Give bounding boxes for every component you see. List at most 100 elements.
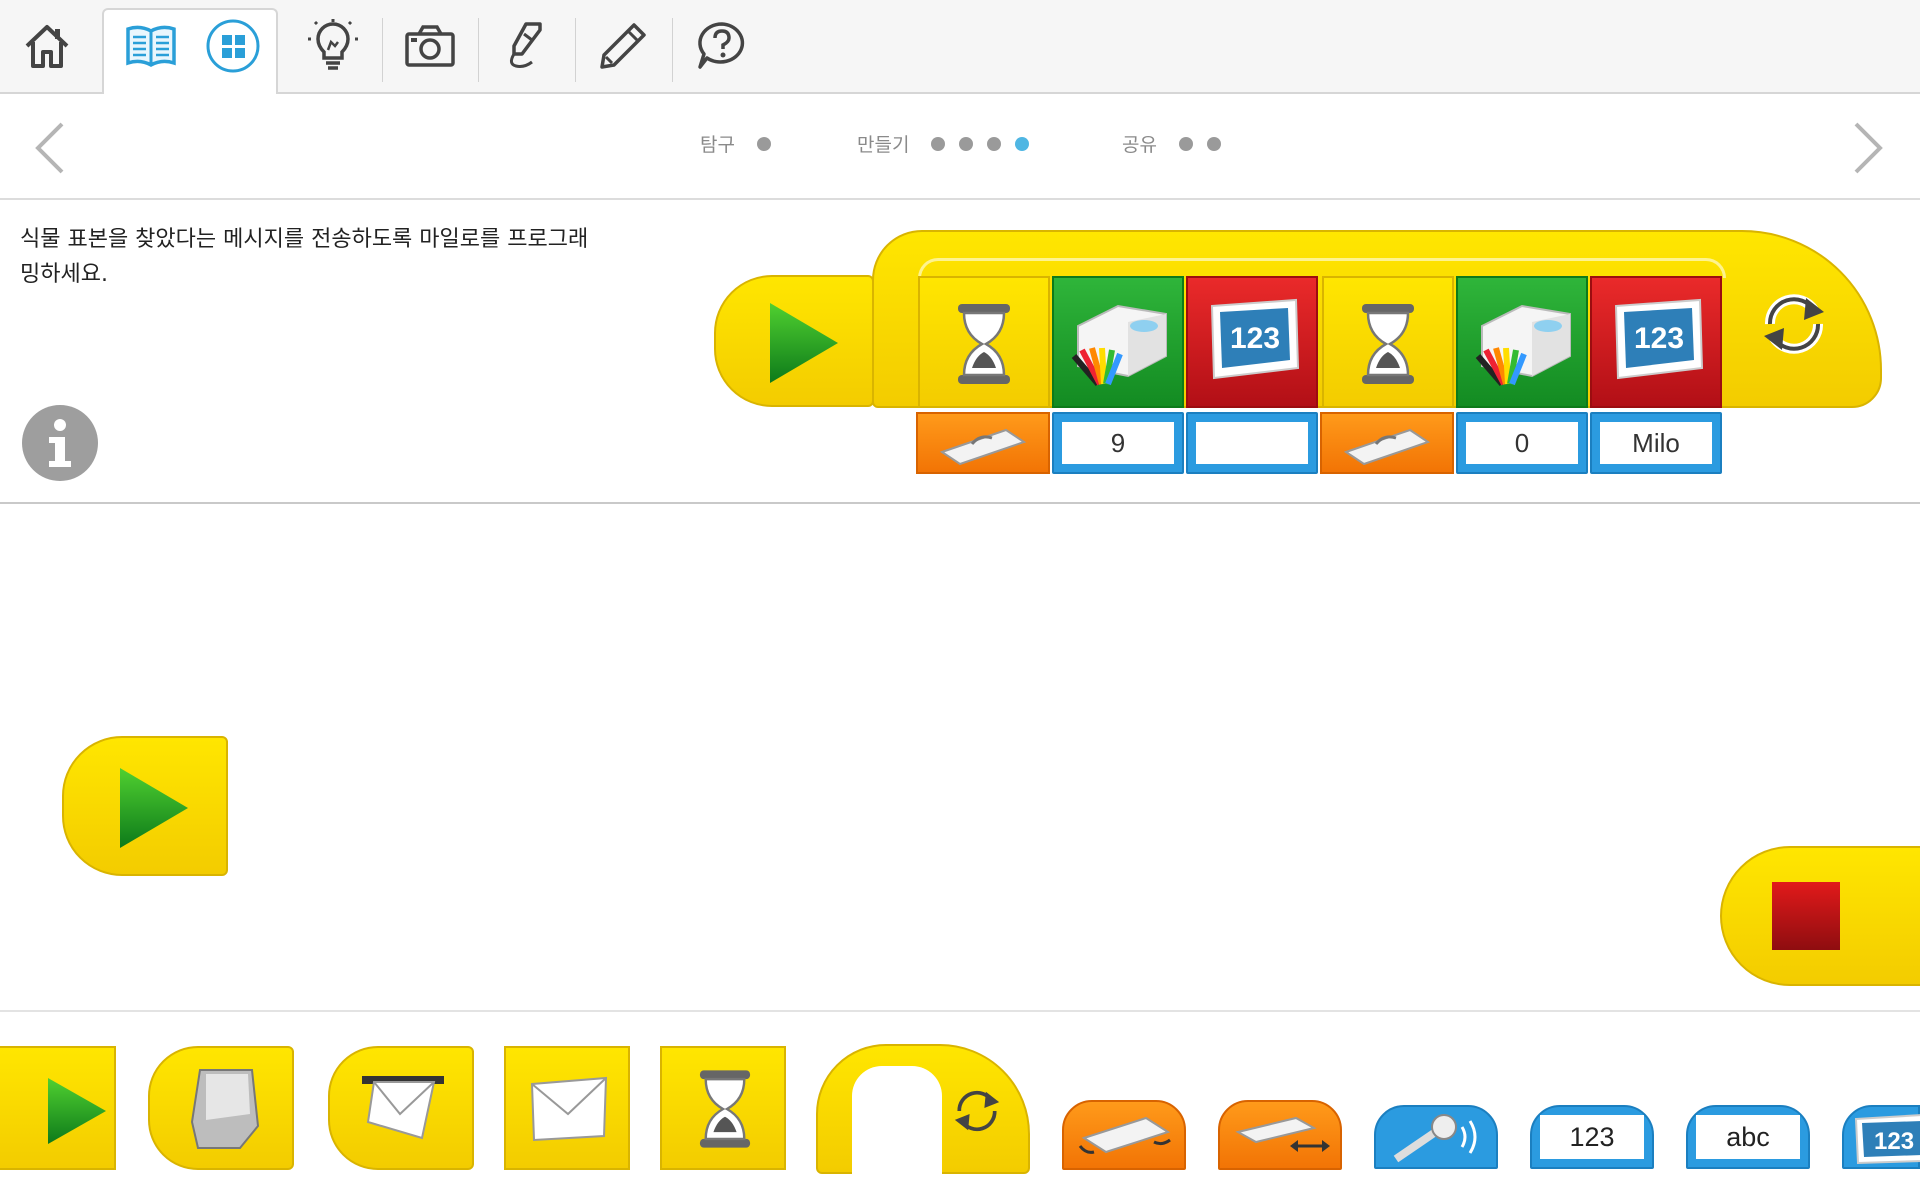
grid-icon [206,19,260,73]
display-digits: 123 [1230,322,1280,355]
step-dot[interactable] [1206,136,1221,151]
toolbar-divider [382,18,383,82]
top-toolbar [0,0,1920,94]
phase-label: 탐구 [700,134,735,156]
text-input-value[interactable]: Milo [1600,422,1712,464]
motion-sensor-icon [1235,1116,1330,1152]
number-input-value[interactable]: 9 [1062,422,1174,464]
display-icon: 123 [1854,1114,1920,1165]
chevron-right-icon [1854,122,1883,174]
palette-key-start-block[interactable] [148,1046,294,1170]
palette-text-value: abc [1696,1115,1800,1159]
home-button[interactable] [2,8,92,84]
palette-number-value: 123 [1540,1115,1644,1159]
step-dot[interactable] [987,136,1002,151]
number-input[interactable]: 9 [1052,412,1184,474]
hub-color-icon [1475,304,1571,386]
tilt-sensor-icon [939,428,1027,466]
palette-number-input[interactable]: 123 [1530,1105,1654,1169]
camera-button[interactable] [385,8,475,84]
hourglass-icon [699,1070,751,1148]
progress-nav: 탐구 만들기 공유 [0,94,1920,200]
palette-tilt-sensor-input[interactable] [1062,1100,1186,1170]
phase-create[interactable]: 만들기 [857,130,1030,157]
display-digits: 123 [1634,322,1684,355]
number-input[interactable]: 0 [1456,412,1588,474]
hourglass-icon [958,304,1010,384]
loop-icon [954,1090,1000,1132]
tilt-sensor-icon [1343,428,1431,466]
help-icon [698,22,745,69]
toolbar-divider [672,18,673,82]
wait-block [918,276,1050,408]
wait-block [1322,276,1454,408]
number-input-value[interactable]: 0 [1466,422,1578,464]
info-button[interactable] [22,405,98,481]
previous-page-button[interactable] [32,120,68,180]
programming-canvas-button[interactable] [188,8,278,84]
receive-message-icon [366,1081,436,1140]
notes-button[interactable] [578,8,668,84]
text-input[interactable]: Milo [1590,412,1722,474]
palette-sound-sensor-input[interactable] [1374,1105,1498,1169]
book-button[interactable] [106,8,196,84]
display-icon: 123 [1614,298,1704,380]
hub-color-icon [1071,304,1167,386]
send-message-icon [530,1076,608,1142]
hourglass-icon [1362,304,1414,384]
example-start-block [714,275,874,407]
palette-loop-block[interactable] [816,1044,1030,1176]
hub-light-block [1052,276,1184,408]
play-icon [48,1078,106,1144]
home-icon [25,25,69,68]
stop-icon [1772,882,1840,950]
toolbar-divider [575,18,576,82]
palette-wait-block[interactable] [660,1046,786,1170]
instruction-line: 밍하세요. [20,262,108,287]
instruction-line: 식물 표본을 찾았다는 메시지를 전송하도록 마일로를 프로그래 [20,227,589,252]
microphone-icon [1393,1114,1477,1163]
play-icon [770,303,838,383]
chevron-left-icon [35,122,64,174]
ideas-button[interactable] [288,8,378,84]
phase-share[interactable]: 공유 [1122,130,1221,157]
loop-highlight [918,258,1726,278]
step-dot[interactable] [1178,136,1193,151]
palette-send-message-block[interactable] [504,1046,630,1170]
lightbulb-icon [308,19,358,70]
display-block: 123 [1590,276,1722,408]
display-block: 123 [1186,276,1318,408]
palette-text-input[interactable]: abc [1686,1105,1810,1169]
instruction-text: 식물 표본을 찾았다는 메시지를 전송하도록 마일로를 프로그래 밍하세요. [20,222,640,292]
palette-motion-sensor-input[interactable] [1218,1100,1342,1170]
microphone-pen-icon [509,22,542,68]
hub-light-block [1456,276,1588,408]
pencil-icon [600,23,646,69]
step-dot[interactable] [959,136,974,151]
palette-divider [0,1010,1920,1012]
phase-explore[interactable]: 탐구 [700,130,771,157]
record-button[interactable] [482,8,572,84]
canvas-start-block[interactable] [62,736,228,876]
loop-icon [1764,294,1824,354]
phase-label: 공유 [1122,134,1157,156]
step-dot[interactable] [756,136,771,151]
palette-start-block[interactable] [0,1046,116,1170]
tilt-sensor-input[interactable] [1320,412,1454,474]
tilt-sensor-icon [1078,1116,1171,1154]
display-digits: 123 [1874,1128,1914,1155]
text-input[interactable] [1186,412,1318,474]
camera-icon [405,25,455,67]
help-button[interactable] [677,8,767,84]
step-dot-current[interactable] [1015,136,1030,151]
text-input-value[interactable] [1196,422,1308,464]
tilt-sensor-input[interactable] [916,412,1050,474]
step-dot[interactable] [931,136,946,151]
palette-message-start-block[interactable] [328,1046,474,1170]
stop-button[interactable] [1720,846,1920,986]
display-icon: 123 [1210,298,1300,380]
info-icon [49,419,71,467]
palette-display-input[interactable]: 123 [1842,1105,1920,1169]
play-icon [120,768,188,848]
next-page-button[interactable] [1850,120,1886,180]
